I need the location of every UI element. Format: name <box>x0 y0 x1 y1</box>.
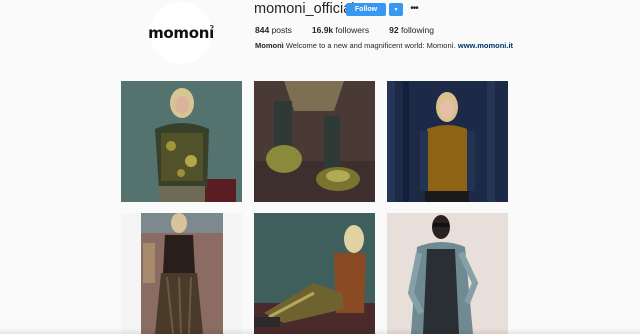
page-bottom-shadow <box>0 328 640 334</box>
post-thumbnail-6[interactable] <box>387 213 508 334</box>
bio-text: Welcome to a new and magnificent world: … <box>285 41 456 50</box>
post-thumbnail-5[interactable] <box>254 213 375 334</box>
post-thumbnail-2[interactable] <box>254 81 375 202</box>
more-options-button[interactable]: ••• <box>408 3 420 15</box>
profile-bio: Momonì Welcome to a new and magnificent … <box>255 41 513 50</box>
bio-link[interactable]: www.momoni.it <box>458 41 513 50</box>
brand-logo: momonỉ <box>148 24 214 42</box>
post-image-2 <box>254 81 375 202</box>
post-image-5 <box>254 213 375 334</box>
more-horizontal-icon: ••• <box>410 3 418 14</box>
follow-button[interactable]: Follow <box>346 3 386 16</box>
bio-name: Momonì <box>255 41 284 50</box>
post-thumbnail-3[interactable] <box>387 81 508 202</box>
profile-stats: 844 posts 16.9k followers 92 following <box>255 25 434 35</box>
following-count[interactable]: 92 following <box>389 25 434 35</box>
post-image-6 <box>387 213 508 334</box>
post-thumbnail-1[interactable] <box>121 81 242 202</box>
posts-count: 844 posts <box>255 25 292 35</box>
profile-avatar[interactable]: momonỉ <box>148 2 214 64</box>
caret-down-icon: ▾ <box>394 7 398 13</box>
followers-count[interactable]: 16.9k followers <box>312 25 369 35</box>
post-image-3 <box>387 81 508 202</box>
post-thumbnail-4[interactable] <box>121 213 242 334</box>
profile-username: momoni_official <box>254 1 355 17</box>
post-image-1 <box>121 81 242 202</box>
suggestions-dropdown-button[interactable]: ▾ <box>389 3 403 16</box>
post-image-4 <box>121 213 242 334</box>
